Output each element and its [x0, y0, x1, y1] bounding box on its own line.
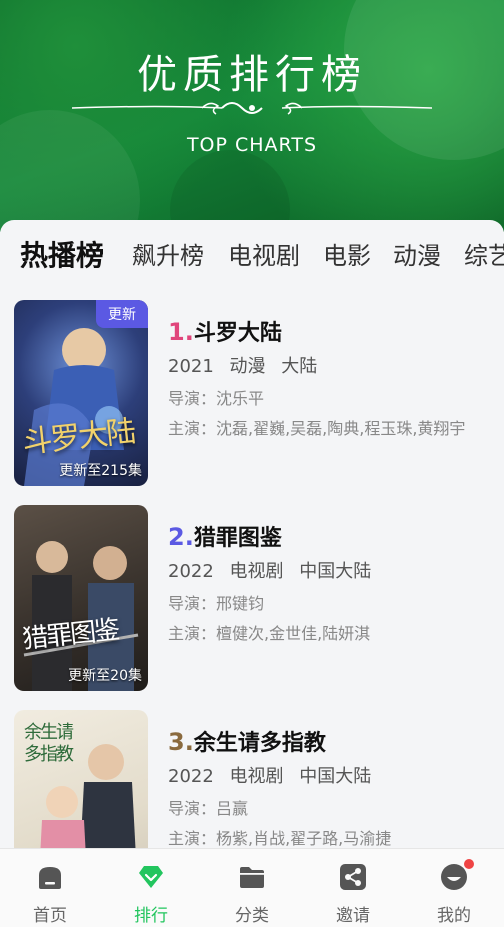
item-year: 2022	[168, 561, 214, 582]
ornament-divider	[72, 102, 432, 115]
tab-rising[interactable]: 飙升榜	[132, 236, 204, 276]
bottom-navigation: 首页 排行 分类 邀请 我的	[0, 848, 504, 927]
item-title: 猎罪图鉴	[193, 526, 282, 551]
item-title-row[interactable]: 2.猎罪图鉴	[168, 521, 498, 553]
nav-category[interactable]: 分类	[202, 849, 302, 927]
hero-subtitle: TOP CHARTS	[186, 134, 318, 156]
nav-label: 排行	[134, 906, 168, 926]
notification-dot	[464, 859, 474, 869]
item-info: 1.斗罗大陆 2021 动漫 大陆 导演：沈乐平 主演：沈磊,翟巍,吴磊,陶典,…	[168, 316, 498, 440]
poster-image[interactable]: 余生请多指教	[14, 710, 148, 860]
ranking-item[interactable]: 猎罪图鉴 更新至20集 2.猎罪图鉴 2022 电视剧 中国大陆 导演：邢键钧 …	[14, 505, 504, 691]
ranking-item[interactable]: 余生请多指教 3.余生请多指教 2022 电视剧 中国大陆 导演：吕赢 主演：杨…	[14, 710, 504, 860]
item-region: 中国大陆	[299, 561, 372, 582]
folder-icon	[240, 867, 264, 888]
episode-label: 更新至215集	[59, 463, 142, 479]
item-cast: 主演：檀健次,金世佳,陆妍淇	[168, 624, 371, 643]
ranking-item[interactable]: 斗罗大陆 更新 更新至215集 1.斗罗大陆 2021 动漫 大陆 导演：沈乐平…	[14, 300, 504, 486]
poster-title: 余生请多指教	[24, 722, 74, 765]
item-title-row[interactable]: 3.余生请多指教	[168, 726, 498, 758]
item-year: 2021	[168, 356, 214, 377]
item-info: 2.猎罪图鉴 2022 电视剧 中国大陆 导演：邢键钧 主演：檀健次,金世佳,陆…	[168, 521, 498, 645]
home-icon	[39, 867, 61, 889]
tab-movie[interactable]: 电影	[323, 236, 371, 276]
poster-art	[23, 541, 139, 691]
nav-label: 邀请	[336, 906, 370, 926]
category-tabs: 热播榜 飙升榜 电视剧 电影 动漫 综艺	[0, 236, 504, 276]
rank-number: 3.	[168, 728, 194, 756]
hero-title: 优质排行榜	[137, 52, 367, 98]
item-info: 3.余生请多指教 2022 电视剧 中国大陆 导演：吕赢 主演：杨紫,肖战,翟子…	[168, 726, 498, 850]
diamond-icon	[139, 866, 163, 888]
item-director: 导演：邢键钧	[168, 594, 265, 613]
item-title-row[interactable]: 1.斗罗大陆	[168, 316, 498, 348]
update-badge: 更新	[96, 300, 148, 328]
poster-image[interactable]: 猎罪图鉴 更新至20集	[14, 505, 148, 691]
item-title: 斗罗大陆	[193, 321, 282, 346]
hero-decor	[0, 110, 140, 232]
profile-icon	[441, 864, 467, 890]
episode-label: 更新至20集	[68, 668, 142, 684]
poster-image[interactable]: 斗罗大陆 更新 更新至215集	[14, 300, 148, 486]
nav-profile[interactable]: 我的	[404, 849, 504, 927]
nav-home[interactable]: 首页	[0, 849, 100, 927]
item-meta: 2021 动漫 大陆	[168, 354, 498, 380]
nav-invite[interactable]: 邀请	[303, 849, 403, 927]
nav-ranking[interactable]: 排行	[101, 849, 201, 927]
item-meta: 2022 电视剧 中国大陆	[168, 559, 498, 585]
tab-variety[interactable]: 综艺	[464, 236, 504, 276]
rank-number: 1.	[168, 318, 194, 346]
nav-label: 首页	[33, 906, 67, 926]
ranking-panel: 热播榜 飙升榜 电视剧 电影 动漫 综艺 斗罗大陆 更新 更新至215集 1.斗…	[0, 220, 504, 860]
item-cast: 主演：杨紫,肖战,翟子路,马渝捷	[168, 829, 392, 848]
item-director: 导演：沈乐平	[168, 389, 265, 408]
item-title: 余生请多指教	[193, 731, 326, 756]
item-director: 导演：吕赢	[168, 799, 249, 818]
nav-label: 我的	[437, 906, 471, 926]
item-year: 2022	[168, 766, 214, 787]
tab-anime[interactable]: 动漫	[393, 236, 441, 276]
tab-tv[interactable]: 电视剧	[228, 236, 300, 276]
nav-label: 分类	[235, 906, 269, 926]
item-genre: 电视剧	[229, 561, 284, 582]
hero-banner: 优质排行榜 TOP CHARTS	[0, 0, 504, 232]
item-genre: 电视剧	[229, 766, 284, 787]
item-region: 中国大陆	[299, 766, 372, 787]
item-meta: 2022 电视剧 中国大陆	[168, 764, 498, 790]
tab-hot[interactable]: 热播榜	[20, 236, 104, 276]
item-genre: 动漫	[229, 356, 266, 377]
share-icon	[340, 864, 366, 890]
rank-number: 2.	[168, 523, 194, 551]
item-cast: 主演：沈磊,翟巍,吴磊,陶典,程玉珠,黄翔宇	[168, 419, 466, 438]
item-region: 大陆	[281, 356, 318, 377]
